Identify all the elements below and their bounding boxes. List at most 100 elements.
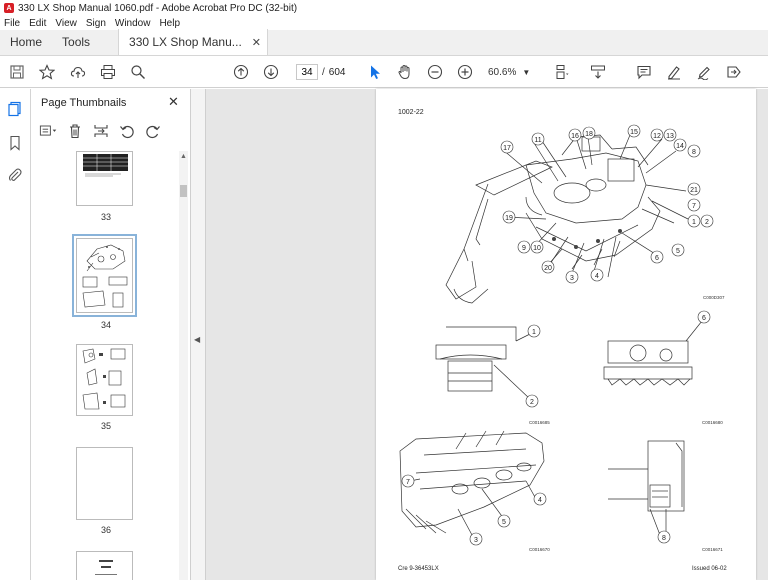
- callout-14: 14: [676, 143, 684, 150]
- callout-7: 7: [406, 479, 410, 486]
- previous-page-icon[interactable]: [231, 62, 251, 82]
- tab-bar: Home Tools 330 LX Shop Manu... ✕: [0, 29, 768, 56]
- thumbnail-page-35[interactable]: [76, 344, 133, 416]
- page-footer-right: Issued 06-02: [692, 566, 727, 572]
- thumbnail-page-36[interactable]: [76, 447, 133, 520]
- page-footer-left: Cre 9-36453LX: [398, 566, 439, 572]
- callout-21: 21: [690, 187, 698, 194]
- thumbnail-label: 33: [100, 212, 111, 222]
- document-viewport[interactable]: 1002-22 17 11 16 18 15 12 13 14 8 21 7 1…: [206, 89, 768, 580]
- callout-18: 18: [585, 131, 593, 138]
- toolbar: / 604 60.6% ▼: [0, 56, 768, 88]
- callout-9: 9: [522, 245, 526, 252]
- zoom-out-icon[interactable]: [425, 62, 445, 82]
- panel-title: Page Thumbnails: [41, 97, 127, 109]
- title-bar: A 330 LX Shop Manual 1060.pdf - Adobe Ac…: [0, 0, 768, 16]
- close-panel-icon[interactable]: ✕: [168, 94, 179, 110]
- callout-6: 6: [702, 315, 706, 322]
- menu-file[interactable]: File: [4, 18, 20, 29]
- tab-document-label: 330 LX Shop Manu...: [129, 35, 242, 49]
- callout-13: 13: [666, 133, 674, 140]
- thumbnail-page-33[interactable]: [76, 151, 133, 206]
- options-menu-icon[interactable]: [39, 122, 59, 140]
- thumbnail-label: 36: [100, 525, 111, 535]
- callout-17: 17: [503, 145, 511, 152]
- menu-help[interactable]: Help: [159, 18, 180, 29]
- current-page-input[interactable]: [296, 64, 318, 80]
- more-tools-icon[interactable]: [724, 62, 744, 82]
- callout-1: 1: [532, 329, 536, 336]
- callout-1: 1: [692, 219, 696, 226]
- callout-7: 7: [692, 203, 696, 210]
- thumbnail-page-34[interactable]: [72, 234, 137, 317]
- thumbnail-label: 35: [100, 421, 111, 431]
- menu-edit[interactable]: Edit: [29, 18, 46, 29]
- zoom-value: 60.6%: [488, 66, 517, 78]
- service-illustrations: 17 11 16 18 15 12 13 14 8 21 7 1 2 19 9 …: [399, 124, 714, 546]
- search-icon[interactable]: [128, 62, 148, 82]
- page-navigator: / 604: [296, 63, 345, 81]
- figure-code: C0016671: [702, 547, 723, 552]
- thumbnails-scrollbar[interactable]: ▲: [179, 151, 188, 580]
- callout-12: 12: [653, 133, 661, 140]
- callout-4: 4: [538, 497, 542, 504]
- tab-home[interactable]: Home: [0, 29, 52, 55]
- figure-code: C0016680: [702, 420, 723, 425]
- callout-4: 4: [595, 273, 599, 280]
- figure-code: C000D307: [703, 295, 725, 300]
- callout-15: 15: [630, 129, 638, 136]
- callout-19: 19: [505, 215, 513, 222]
- star-icon[interactable]: [37, 62, 57, 82]
- thumbnail-label: 34: [100, 320, 111, 330]
- callout-2: 2: [530, 399, 534, 406]
- rotate-counterclockwise-icon[interactable]: [117, 122, 137, 140]
- callout-5: 5: [676, 248, 680, 255]
- hand-tool-icon[interactable]: [395, 62, 415, 82]
- callout-10: 10: [533, 245, 541, 252]
- panel-toolbar: [39, 121, 169, 141]
- callout-2: 2: [705, 219, 709, 226]
- page-count: 604: [328, 66, 346, 78]
- page-thumbnails-icon[interactable]: [7, 101, 23, 117]
- tab-document[interactable]: 330 LX Shop Manu... ✕: [118, 29, 268, 55]
- menu-window[interactable]: Window: [115, 18, 151, 29]
- collapse-panel-icon[interactable]: ◀: [194, 335, 200, 344]
- scroll-mode-icon[interactable]: [588, 62, 608, 82]
- delete-page-icon[interactable]: [65, 122, 85, 140]
- callout-5: 5: [502, 519, 506, 526]
- callout-8: 8: [692, 149, 696, 156]
- insert-pages-icon[interactable]: [91, 122, 111, 140]
- next-page-icon[interactable]: [261, 62, 281, 82]
- callout-16: 16: [571, 133, 579, 140]
- comment-icon[interactable]: [634, 62, 654, 82]
- figure-code: C0016685: [529, 420, 550, 425]
- window-title: 330 LX Shop Manual 1060.pdf - Adobe Acro…: [18, 2, 298, 14]
- attachment-icon[interactable]: [7, 167, 23, 183]
- panel-splitter[interactable]: ◀: [191, 89, 206, 580]
- save-icon[interactable]: [7, 62, 27, 82]
- print-icon[interactable]: [98, 62, 118, 82]
- bookmark-icon[interactable]: [7, 135, 23, 151]
- tab-tools[interactable]: Tools: [52, 29, 100, 55]
- sign-icon[interactable]: [694, 62, 714, 82]
- navigation-rail: [0, 89, 31, 580]
- acrobat-icon: A: [4, 3, 14, 13]
- menu-view[interactable]: View: [55, 18, 77, 29]
- chevron-down-icon: ▼: [522, 67, 531, 77]
- thumbnail-page-37[interactable]: [76, 551, 133, 580]
- callout-11: 11: [534, 137, 541, 144]
- zoom-select[interactable]: 60.6% ▼: [488, 63, 538, 81]
- scroll-up-icon[interactable]: ▲: [180, 153, 187, 160]
- rotate-clockwise-icon[interactable]: [143, 122, 163, 140]
- highlight-pen-icon[interactable]: [664, 62, 684, 82]
- menu-sign[interactable]: Sign: [86, 18, 106, 29]
- select-cursor-icon[interactable]: [365, 62, 385, 82]
- page-display-icon[interactable]: [552, 62, 572, 82]
- upload-cloud-icon[interactable]: [68, 62, 88, 82]
- callout-set-1: 17 11 16 18 15 12 13 14 8 21 7 1 2 19 9 …: [500, 124, 714, 284]
- callout-20: 20: [544, 265, 552, 272]
- close-tab-icon[interactable]: ✕: [252, 36, 261, 49]
- callout-6: 6: [655, 255, 659, 262]
- zoom-in-icon[interactable]: [455, 62, 475, 82]
- scrollbar-thumb[interactable]: [180, 185, 187, 197]
